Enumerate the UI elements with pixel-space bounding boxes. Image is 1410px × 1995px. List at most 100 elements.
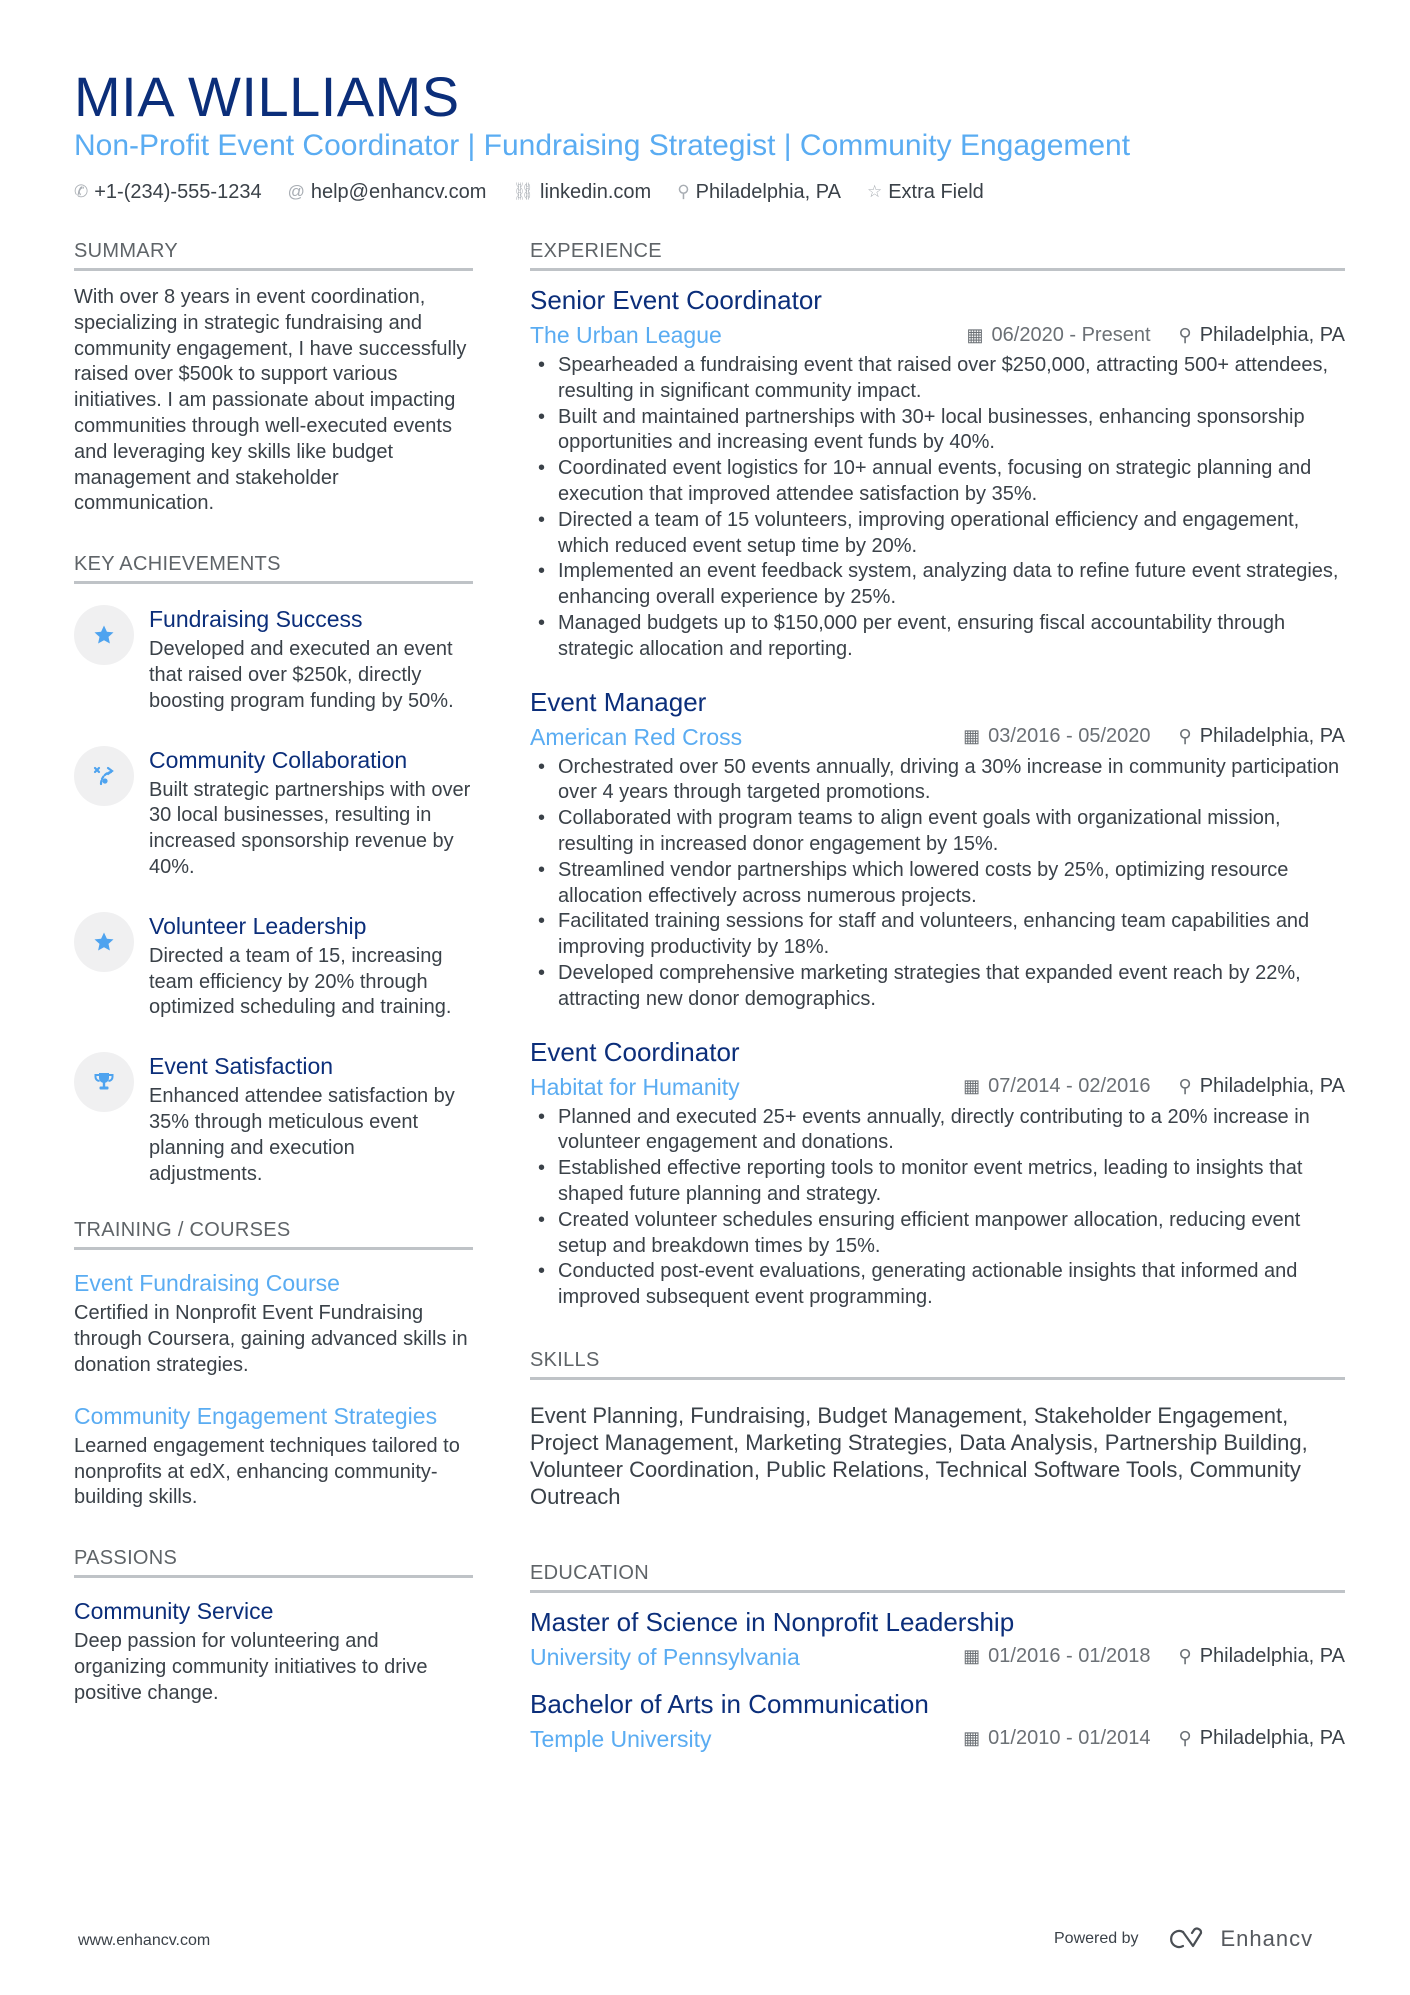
- job-bullet: Developed comprehensive marketing strate…: [530, 961, 1345, 1013]
- job-title: Senior Event Coordinator: [530, 285, 822, 315]
- job-bullet: Directed a team of 15 volunteers, improv…: [530, 508, 1345, 560]
- achievement-title: Volunteer Leadership: [149, 912, 367, 939]
- course-title: Community Engagement Strategies: [74, 1402, 438, 1429]
- contact-bar: ✆ +1-(234)-555-1234 @ help@enhancv.com ⛓…: [74, 178, 984, 206]
- section-heading-training: TRAINING / COURSES: [74, 1217, 473, 1251]
- left-column: SUMMARY With over 8 years in event coord…: [74, 238, 473, 1741]
- calendar-icon: ▦: [966, 324, 984, 345]
- location-pin-icon: ⚲: [1178, 726, 1192, 747]
- education-entry: Bachelor of Arts in Communication Temple…: [530, 1687, 1345, 1755]
- summary-section: SUMMARY With over 8 years in event coord…: [74, 238, 473, 517]
- passion-title: Community Service: [74, 1598, 274, 1625]
- education-dates: 01/2016 - 01/2018: [988, 1645, 1151, 1668]
- contact-linkedin[interactable]: ⛓ linkedin.com: [512, 178, 651, 206]
- job-bullet: Coordinated event logistics for 10+ annu…: [530, 456, 1345, 508]
- job-dates: 06/2020 - Present: [991, 323, 1151, 346]
- job-bullet: Managed budgets up to $150,000 per event…: [530, 611, 1345, 663]
- star-outline-icon: ☆: [866, 182, 883, 201]
- job-bullet: Created volunteer schedules ensuring eff…: [530, 1208, 1345, 1260]
- calendar-icon: ▦: [963, 1076, 981, 1097]
- contact-linkedin-text: linkedin.com: [540, 181, 652, 203]
- education-dates: 01/2010 - 01/2014: [988, 1727, 1151, 1750]
- education-degree: Bachelor of Arts in Communication: [530, 1688, 929, 1719]
- job-location: Philadelphia, PA: [1199, 725, 1345, 748]
- course-item: Event Fundraising Course Certified in No…: [74, 1268, 473, 1378]
- calendar-icon: ▦: [963, 1728, 981, 1749]
- achievement-title: Event Satisfaction: [149, 1053, 334, 1080]
- education-section: EDUCATION Master of Science in Nonprofit…: [530, 1560, 1345, 1755]
- section-heading-passions: PASSIONS: [74, 1545, 473, 1579]
- summary-text: With over 8 years in event coordination,…: [74, 286, 467, 515]
- job-bullets: Planned and executed 25+ events annually…: [530, 1105, 1345, 1311]
- section-heading-skills: SKILLS: [530, 1347, 1345, 1380]
- education-location: Philadelphia, PA: [1199, 1645, 1345, 1668]
- course-title: Event Fundraising Course: [74, 1270, 340, 1297]
- job-org: Habitat for Humanity: [530, 1073, 740, 1100]
- headline: Non-Profit Event Coordinator | Fundraisi…: [74, 129, 1131, 162]
- job-bullet: Implemented an event feedback system, an…: [530, 559, 1345, 611]
- phone-icon: ✆: [74, 182, 89, 201]
- location-pin-icon: ⚲: [1178, 1728, 1192, 1749]
- contact-extra-text: Extra Field: [888, 181, 984, 203]
- star-icon: [74, 911, 134, 972]
- job-dates: 03/2016 - 05/2020: [988, 725, 1151, 748]
- course-text: Certified in Nonprofit Event Fundraising…: [74, 1302, 468, 1376]
- brand-logo: Enhancv: [1167, 1926, 1314, 1952]
- contact-extra: ☆ Extra Field: [867, 178, 984, 206]
- achievement-text: Developed and executed an event that rai…: [149, 638, 454, 712]
- education-school: University of Pennsylvania: [530, 1643, 800, 1670]
- experience-section: EXPERIENCE Senior Event Coordinator The …: [530, 238, 1345, 1311]
- location-pin-icon: ⚲: [677, 182, 690, 201]
- enhancv-logo-icon: [1169, 1927, 1202, 1949]
- calendar-icon: ▦: [963, 726, 981, 747]
- achievement-title: Fundraising Success: [149, 606, 363, 633]
- location-pin-icon: ⚲: [1178, 1646, 1192, 1667]
- section-heading-experience: EXPERIENCE: [530, 238, 1345, 271]
- job-org: The Urban League: [530, 322, 722, 348]
- achievement-text: Built strategic partnerships with over 3…: [149, 778, 471, 878]
- job-org: American Red Cross: [530, 723, 743, 750]
- education-location: Philadelphia, PA: [1199, 1727, 1345, 1750]
- job-entry: Event Manager American Red Cross ▦ 03/201…: [530, 685, 1345, 1013]
- job-bullets: Orchestrated over 50 events annually, dr…: [530, 755, 1345, 1013]
- passions-section: PASSIONS Community Service Deep passion …: [74, 1545, 473, 1706]
- achievement-title: Community Collaboration: [149, 746, 408, 773]
- job-bullet: Established effective reporting tools to…: [530, 1156, 1345, 1208]
- contact-phone-text: +1-(234)-555-1234: [94, 181, 262, 203]
- contact-location-text: Philadelphia, PA: [695, 181, 841, 203]
- job-title: Event Manager: [530, 686, 707, 717]
- job-location: Philadelphia, PA: [1199, 1075, 1345, 1098]
- section-heading-education: EDUCATION: [530, 1560, 1345, 1593]
- footer-website-link[interactable]: www.enhancv.com: [78, 1932, 210, 1950]
- job-entry: Event Coordinator Habitat for Humanity ▦…: [530, 1035, 1345, 1311]
- candidate-name: MIA WILLIAMS: [74, 65, 460, 128]
- passion-text: Deep passion for volunteering and organi…: [74, 1630, 428, 1704]
- job-title: Event Coordinator: [530, 1036, 740, 1067]
- achievement-item: Event Satisfaction Enhanced attendee sat…: [74, 1051, 473, 1187]
- trophy-icon: [74, 1052, 134, 1113]
- strategy-icon: [74, 745, 134, 806]
- link-icon: ⛓: [512, 182, 535, 201]
- contact-email[interactable]: @ help@enhancv.com: [288, 178, 487, 206]
- star-icon: [74, 605, 134, 666]
- passion-item: Community Service Deep passion for volun…: [74, 1596, 473, 1706]
- education-school: Temple University: [530, 1725, 712, 1752]
- job-bullet: Built and maintained partnerships with 3…: [530, 405, 1345, 457]
- right-column: EXPERIENCE Senior Event Coordinator The …: [530, 238, 1345, 1789]
- education-degree: Master of Science in Nonprofit Leadershi…: [530, 1606, 1015, 1637]
- section-heading-summary: SUMMARY: [74, 238, 473, 271]
- location-pin-icon: ⚲: [1178, 1076, 1192, 1097]
- job-bullet: Conducted post-event evaluations, genera…: [530, 1259, 1345, 1311]
- location-pin-icon: ⚲: [1178, 324, 1192, 345]
- at-icon: @: [287, 182, 305, 201]
- footer-powered-by[interactable]: Powered by Enhancv: [1054, 1926, 1313, 1952]
- job-bullet: Collaborated with program teams to align…: [530, 806, 1345, 858]
- job-bullet: Facilitated training sessions for staff …: [530, 909, 1345, 961]
- achievement-item: Community Collaboration Built strategic …: [74, 745, 473, 881]
- contact-phone[interactable]: ✆ +1-(234)-555-1234: [74, 178, 262, 206]
- calendar-icon: ▦: [963, 1646, 981, 1667]
- education-entry: Master of Science in Nonprofit Leadershi…: [530, 1605, 1345, 1673]
- job-dates: 07/2014 - 02/2016: [988, 1075, 1151, 1098]
- achievement-text: Enhanced attendee satisfaction by 35% th…: [149, 1085, 455, 1185]
- achievement-item: Volunteer Leadership Directed a team of …: [74, 911, 473, 1021]
